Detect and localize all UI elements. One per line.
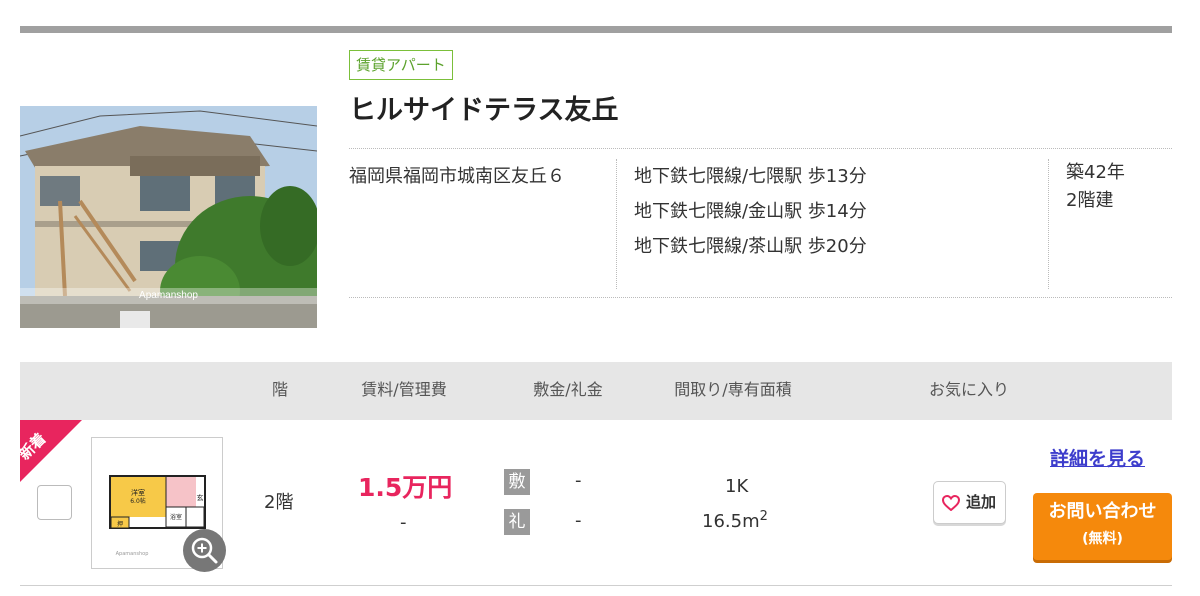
building-age: 築42年 [1066, 162, 1125, 183]
new-badge: 新着 [20, 420, 82, 482]
unit-area: 16.5m2 [702, 509, 768, 532]
property-name: ヒルサイドテラス友丘 [349, 95, 619, 126]
unit-layout: 1K [725, 476, 749, 497]
zoom-button[interactable] [183, 529, 226, 572]
building-column: 築42年 2階建 [1049, 159, 1172, 289]
floorplan-room: 洋室 [131, 488, 145, 497]
floorplan-bath: 浴室 [170, 513, 182, 521]
station-3: 地下鉄七隈線/茶山駅 歩20分 [634, 236, 867, 257]
stations-column: 地下鉄七隈線/七隈駅 歩13分 地下鉄七隈線/金山駅 歩14分 地下鉄七隈線/茶… [617, 159, 1049, 289]
property-info: 福岡県福岡市城南区友丘６ 地下鉄七隈線/七隈駅 歩13分 地下鉄七隈線/金山駅 … [349, 148, 1172, 298]
photo-watermark: Apamanshop [20, 288, 317, 304]
header-rent: 賃料/管理費 [361, 380, 447, 399]
deposit-label: 敷 [504, 469, 530, 495]
top-divider [20, 26, 1172, 33]
deposit-value: - [575, 470, 582, 491]
magnifier-plus-icon [191, 537, 218, 564]
address-column: 福岡県福岡市城南区友丘６ [349, 159, 617, 289]
select-checkbox[interactable] [37, 485, 72, 520]
table-header: 階 賃料/管理費 敷金/礼金 間取り/専有面積 お気に入り [20, 362, 1172, 420]
building-floors: 2階建 [1066, 190, 1114, 211]
contact-button-sublabel: (無料) [1082, 531, 1123, 547]
key-money-value: - [575, 510, 582, 531]
floorplan-room-size: 6.0帖 [130, 497, 146, 505]
floorplan-watermark: Apamanshop [116, 551, 149, 557]
property-type-tag: 賃貸アパート [349, 50, 453, 80]
property-photo[interactable]: Apamanshop [20, 106, 317, 328]
contact-button-label: お問い合わせ [1048, 501, 1157, 522]
contact-button[interactable]: お問い合わせ (無料) [1033, 493, 1172, 560]
unit-area-unit: 2 [759, 509, 768, 524]
key-money-label: 礼 [504, 509, 530, 535]
station-2: 地下鉄七隈線/金山駅 歩14分 [634, 201, 867, 222]
address: 福岡県福岡市城南区友丘６ [349, 166, 565, 187]
favorite-add-button[interactable]: 追加 [933, 481, 1006, 524]
rent-price: 1.5万円 [358, 473, 453, 502]
header-floor: 階 [271, 380, 289, 399]
favorite-add-label: 追加 [965, 493, 996, 511]
table-row: 新着 洋室 6.0帖 玄 浴室 押 Apamanshop 2階 1.5万円 - [20, 420, 1172, 586]
management-fee: - [400, 512, 407, 533]
unit-area-value: 16.5m [702, 511, 760, 532]
header-favorite: お気に入り [928, 380, 1010, 399]
floorplan-closet: 押 [117, 520, 123, 528]
unit-floor: 2階 [264, 492, 294, 513]
header-layout: 間取り/専有面積 [674, 380, 792, 399]
header-deposit: 敷金/礼金 [533, 380, 603, 399]
detail-link[interactable]: 詳細を見る [1050, 444, 1145, 471]
station-1: 地下鉄七隈線/七隈駅 歩13分 [634, 166, 867, 187]
heart-outline-icon [942, 495, 960, 511]
floorplan-entrance: 玄 [197, 493, 204, 502]
